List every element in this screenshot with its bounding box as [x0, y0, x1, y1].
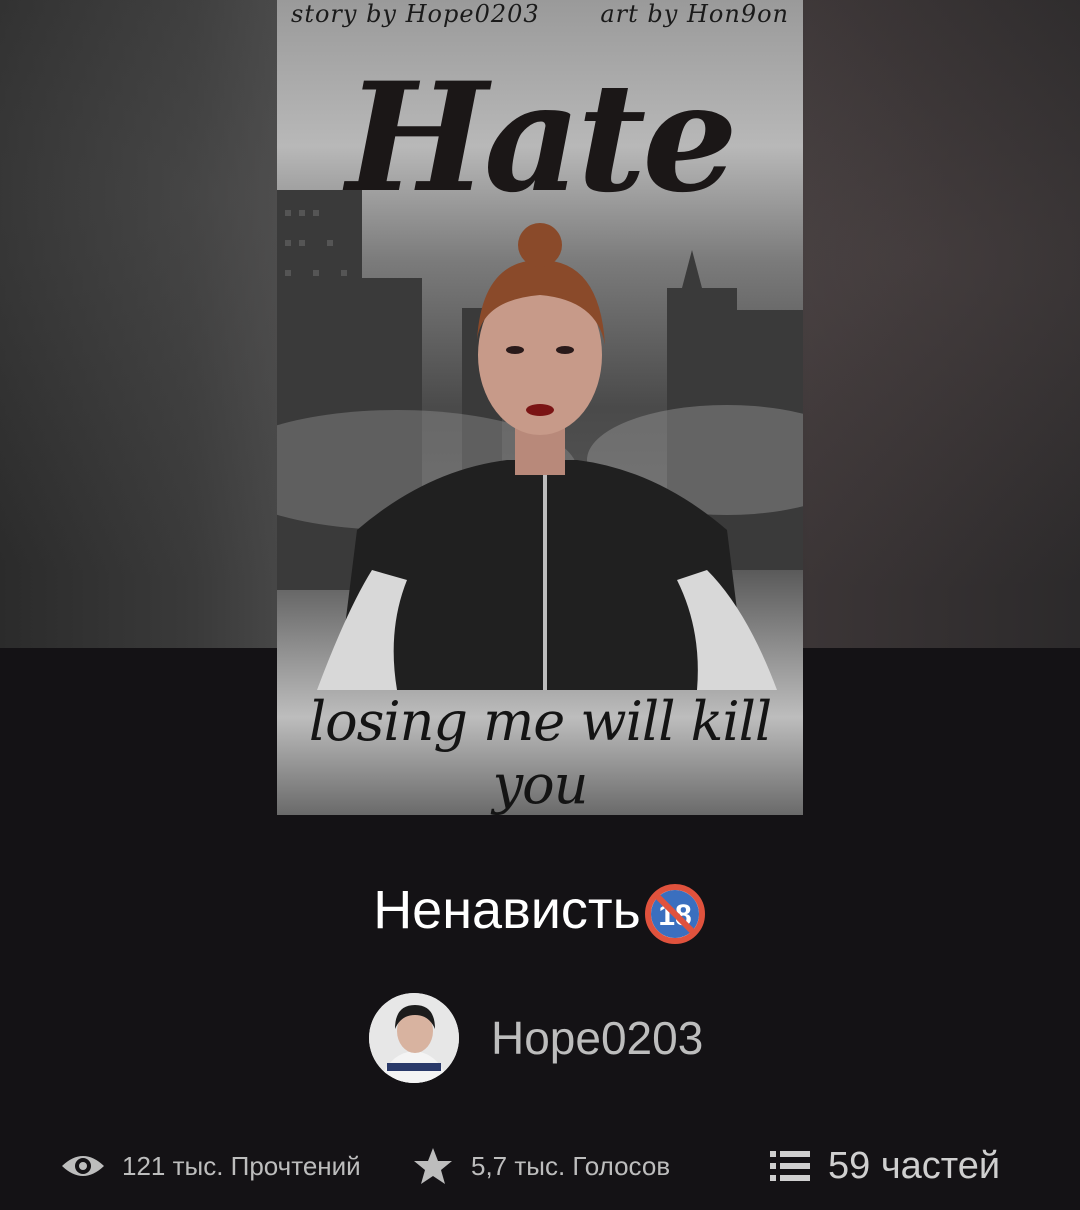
cover-credit-story: story by Hope0203: [291, 0, 540, 28]
author-avatar[interactable]: [369, 993, 459, 1083]
list-icon: [770, 1149, 810, 1183]
star-icon: [413, 1146, 453, 1186]
reads-stat: 121 тыс. Прочтений: [60, 1138, 361, 1194]
cover-illustration: [277, 190, 803, 690]
votes-stat: 5,7 тыс. Голосов: [413, 1138, 670, 1194]
cover-credit-art: art by Hon9on: [600, 0, 789, 28]
no-under-18-icon: 18: [643, 882, 707, 946]
book-cover[interactable]: story by Hope0203 art by Hon9on Hate los…: [277, 0, 803, 815]
reads-label: 121 тыс. Прочтений: [122, 1150, 361, 1181]
author-row[interactable]: Hope0203: [369, 993, 703, 1083]
cover-tagline: losing me will kill you: [308, 690, 772, 815]
parts-label[interactable]: 59 частей: [828, 1145, 1000, 1188]
author-name[interactable]: Hope0203: [491, 1011, 703, 1065]
story-stats: 121 тыс. Прочтений 5,7 тыс. Голосов 59 ч…: [0, 1138, 1080, 1194]
eye-icon: [60, 1151, 106, 1181]
book-title: Ненависть 18: [0, 878, 1080, 946]
parts-stat[interactable]: 59 частей: [770, 1138, 1000, 1194]
book-title-text: Ненависть: [373, 880, 641, 940]
votes-label: 5,7 тыс. Голосов: [471, 1150, 671, 1181]
